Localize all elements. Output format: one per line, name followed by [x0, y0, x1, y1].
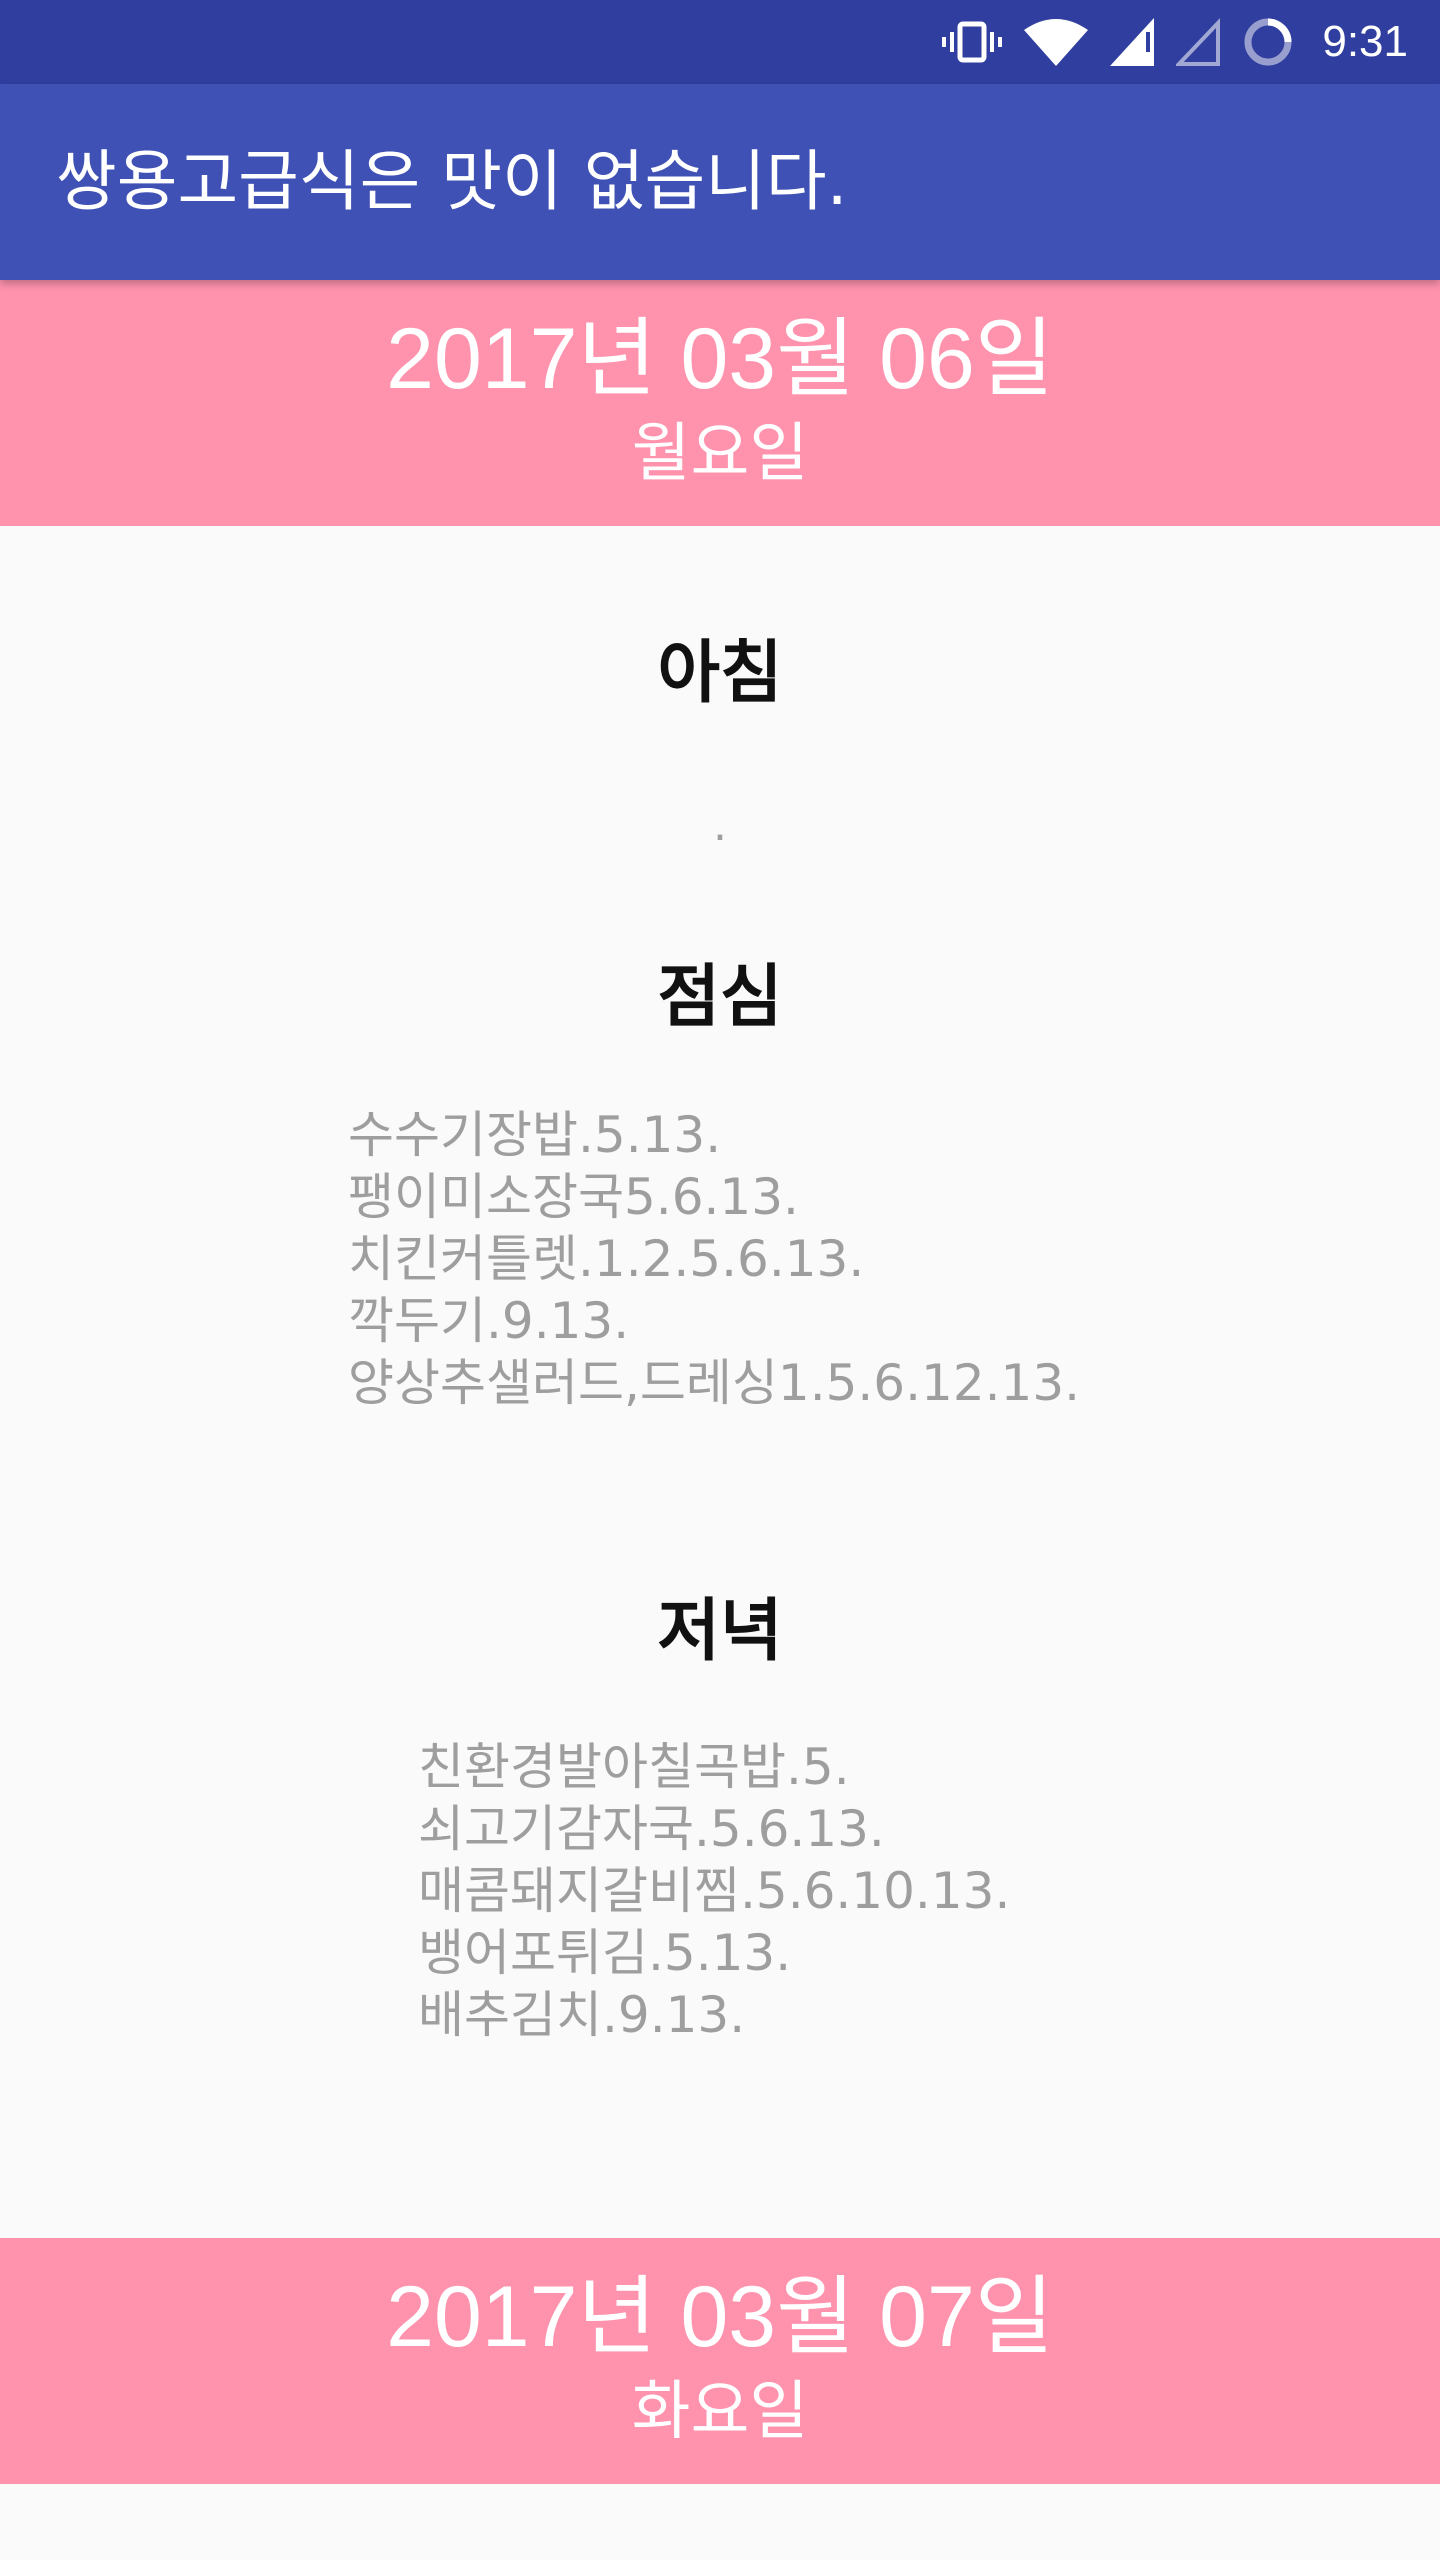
dinner-menu-item: 배추김치.9.13.: [418, 1986, 746, 2044]
app-title: 쌍용고급식은 맛이 없습니다.: [56, 143, 848, 220]
lunch-menu-item: 치킨커틀렛.1.2.5.6.13.: [348, 1230, 865, 1288]
day-date: 2017년 03월 07일: [386, 2269, 1054, 2365]
app-bar: 쌍용고급식은 맛이 없습니다.: [0, 84, 1440, 280]
day-header: 2017년 03월 07일 화요일: [0, 2238, 1440, 2484]
wifi-icon: [1024, 18, 1089, 66]
signal-empty-icon: [1176, 18, 1221, 66]
status-icons: 9:31: [942, 0, 1408, 84]
dinner-menu-item: 뱅어포튀김.5.13.: [418, 1924, 792, 1982]
vibrate-icon: [942, 20, 1003, 64]
status-time: 9:31: [1322, 17, 1408, 66]
day-header: 2017년 03월 06일 월요일: [0, 280, 1440, 526]
dinner-menu-item: 친환경발아칠곡밥.5.: [418, 1738, 850, 1796]
lunch-menu-list: 수수기장밥.5.13. 팽이미소장국5.6.13. 치킨커틀렛.1.2.5.6.…: [348, 1104, 1080, 1414]
lunch-menu-item: 팽이미소장국5.6.13.: [348, 1168, 799, 1226]
battery-charging-icon: [1242, 16, 1294, 68]
status-bar: 9:31: [0, 0, 1440, 84]
day-date: 2017년 03월 06일: [386, 311, 1054, 407]
breakfast-menu-item: .: [713, 800, 727, 851]
breakfast-title: 아침: [657, 634, 783, 713]
lunch-menu-item: 깍두기.9.13.: [348, 1292, 630, 1350]
dinner-title: 저녁: [657, 1592, 783, 1671]
dinner-menu-item: 쇠고기감자국.5.6.13.: [418, 1800, 885, 1858]
day-weekday: 화요일: [631, 2375, 809, 2449]
day-weekday: 월요일: [631, 417, 809, 491]
lunch-title: 점심: [657, 958, 783, 1037]
lunch-menu-item: 수수기장밥.5.13.: [348, 1106, 722, 1164]
dinner-menu-item: 매콤돼지갈비찜.5.6.10.13.: [418, 1862, 1011, 1920]
lunch-menu-item: 양상추샐러드,드레싱1.5.6.12.13.: [348, 1354, 1081, 1412]
dinner-menu-list: 친환경발아칠곡밥.5. 쇠고기감자국.5.6.13. 매콤돼지갈비찜.5.6.1…: [418, 1736, 1010, 2046]
signal-icon: [1110, 18, 1155, 66]
